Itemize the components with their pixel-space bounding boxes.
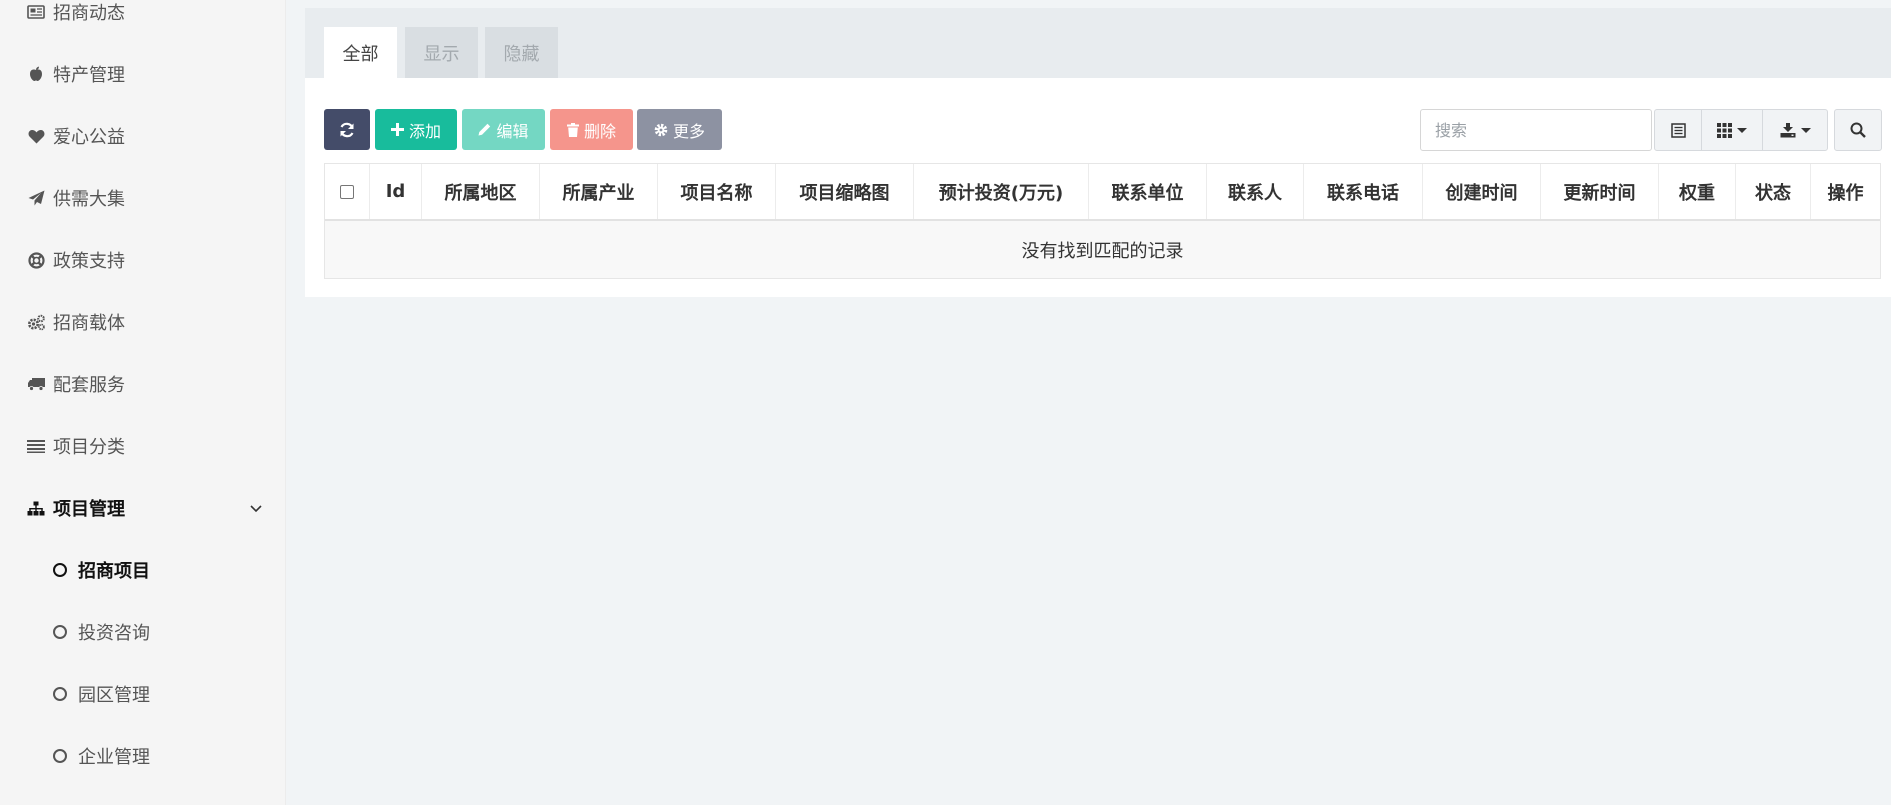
heart-icon: [26, 126, 46, 146]
column-header[interactable]: 操作: [1811, 164, 1880, 219]
refresh-icon: [340, 122, 354, 137]
sidebar-item-label: 招商动态: [53, 3, 125, 24]
edit-button-label: 编辑: [496, 121, 529, 141]
newspaper-icon: [26, 2, 46, 22]
export-button[interactable]: [1762, 109, 1828, 151]
circle-icon: [53, 563, 67, 577]
sidebar-subitem-enterprise-management[interactable]: 企业管理: [0, 734, 286, 778]
sidebar-item-label: 配套服务: [53, 375, 125, 396]
sidebar-item-project-category[interactable]: 项目分类: [0, 424, 286, 468]
caret-down-icon: [1737, 127, 1747, 133]
sidebar-subitem-label: 招商项目: [78, 561, 150, 582]
more-button[interactable]: 更多: [637, 109, 722, 150]
column-header[interactable]: 更新时间: [1541, 164, 1659, 219]
sidebar-item-label: 供需大集: [53, 189, 125, 210]
apple-icon: [26, 64, 46, 84]
more-button-label: 更多: [672, 121, 705, 141]
empty-table-message: 没有找到匹配的记录: [325, 221, 1880, 278]
column-header[interactable]: 项目名称: [658, 164, 776, 219]
sidebar-subitem-label: 投资咨询: [78, 623, 150, 644]
pencil-icon: [478, 123, 491, 136]
column-header[interactable]: 所属地区: [422, 164, 540, 219]
search-button[interactable]: [1834, 109, 1882, 151]
circle-icon: [53, 749, 67, 763]
column-header[interactable]: 联系电话: [1304, 164, 1423, 219]
sidebar-item-label: 爱心公益: [53, 127, 125, 148]
columns-button[interactable]: [1701, 109, 1763, 151]
column-header[interactable]: 所属产业: [540, 164, 658, 219]
paper-plane-icon: [26, 188, 46, 208]
column-header[interactable]: 联系单位: [1089, 164, 1207, 219]
toggle-view-button[interactable]: [1654, 109, 1702, 151]
sidebar-item-project-management[interactable]: 项目管理: [0, 486, 286, 530]
select-all-cell: [325, 164, 370, 219]
column-header[interactable]: 权重: [1659, 164, 1736, 219]
tab-visible[interactable]: 显示: [405, 27, 478, 78]
sidebar-item-specialties[interactable]: 特产管理: [0, 52, 286, 96]
content-panel: 全部 显示 隐藏 添加 编辑 删除 更多 搜索 Id 所属地区 所属产业 项目名…: [305, 8, 1891, 297]
sidebar-item-label: 特产管理: [53, 65, 125, 86]
column-header[interactable]: 创建时间: [1423, 164, 1541, 219]
refresh-button[interactable]: [324, 109, 370, 150]
sidebar-item-label: 招商载体: [53, 313, 125, 334]
sidebar-item-policy-support[interactable]: 政策支持: [0, 238, 286, 282]
circle-icon: [53, 625, 67, 639]
delete-button-label: 删除: [583, 121, 616, 141]
card-view-icon: [1670, 122, 1686, 138]
gears-icon: [26, 312, 46, 332]
column-header[interactable]: 状态: [1736, 164, 1811, 219]
table-header: Id 所属地区 所属产业 项目名称 项目缩略图 预计投资(万元) 联系单位 联系…: [325, 164, 1880, 221]
truck-icon: [26, 374, 46, 394]
app-root: 招商动态 特产管理 爱心公益 供需大集 政策支持 招商载体 配套服务 项目分类 …: [0, 0, 1891, 805]
delete-button[interactable]: 删除: [550, 109, 633, 150]
search-icon: [1850, 122, 1866, 138]
sidebar-item-supply-demand[interactable]: 供需大集: [0, 176, 286, 220]
add-button-label: 添加: [408, 121, 441, 141]
add-button[interactable]: 添加: [375, 109, 457, 150]
sidebar-item-charity[interactable]: 爱心公益: [0, 114, 286, 158]
grid-icon: [1717, 122, 1732, 138]
export-icon: [1780, 122, 1795, 137]
sidebar-item-investment-news[interactable]: 招商动态: [0, 0, 286, 34]
data-table: Id 所属地区 所属产业 项目名称 项目缩略图 预计投资(万元) 联系单位 联系…: [324, 163, 1881, 279]
sidebar-subitem-label: 企业管理: [78, 747, 150, 768]
gear-icon: [654, 123, 668, 136]
sidebar-subitem-park-management[interactable]: 园区管理: [0, 672, 286, 716]
select-all-checkbox[interactable]: [340, 184, 354, 199]
sidebar-item-carrier[interactable]: 招商载体: [0, 300, 286, 344]
sidebar: 招商动态 特产管理 爱心公益 供需大集 政策支持 招商载体 配套服务 项目分类 …: [0, 0, 286, 805]
edit-button[interactable]: 编辑: [462, 109, 545, 150]
life-ring-icon: [26, 250, 46, 270]
search-input[interactable]: [1420, 109, 1652, 151]
sitemap-icon: [26, 498, 46, 518]
sidebar-item-label: 政策支持: [53, 251, 125, 272]
list-icon: [26, 436, 46, 456]
tab-bar: 全部 显示 隐藏: [305, 8, 1891, 78]
sidebar-subitem-investment-projects[interactable]: 招商项目: [0, 548, 286, 592]
sidebar-item-label: 项目分类: [53, 437, 125, 458]
plus-icon: [390, 123, 404, 136]
sidebar-subitem-investment-consulting[interactable]: 投资咨询: [0, 610, 286, 654]
tab-hidden[interactable]: 隐藏: [485, 27, 558, 78]
column-header[interactable]: 项目缩略图: [776, 164, 914, 219]
caret-down-icon: [1800, 127, 1811, 133]
trash-icon: [566, 122, 579, 137]
circle-icon: [53, 687, 67, 701]
chevron-down-icon[interactable]: [248, 500, 264, 516]
sidebar-item-services[interactable]: 配套服务: [0, 362, 286, 406]
column-header[interactable]: 联系人: [1207, 164, 1304, 219]
tab-all[interactable]: 全部: [324, 27, 397, 78]
column-header[interactable]: 预计投资(万元): [914, 164, 1089, 219]
sidebar-subitem-label: 园区管理: [78, 685, 150, 706]
sidebar-item-label: 项目管理: [53, 499, 125, 520]
column-header[interactable]: Id: [370, 164, 422, 219]
